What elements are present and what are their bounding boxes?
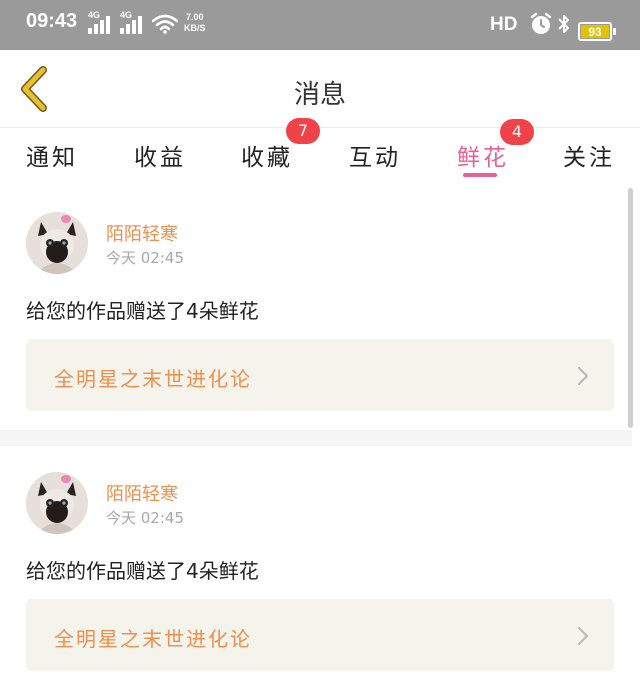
- username[interactable]: 陌陌轻寒: [106, 480, 178, 506]
- notification-message: 给您的作品赠送了4朵鲜花: [26, 299, 259, 323]
- chevron-right-icon: [577, 366, 589, 386]
- wifi-icon: [152, 14, 178, 34]
- flowers-badge: 4: [500, 119, 534, 145]
- network-speed: 7.00 KB/S: [184, 12, 206, 34]
- network-type-label: 4G: [88, 10, 101, 20]
- work-title: 全明星之末世进化论: [54, 367, 252, 391]
- favorites-badge: 7: [286, 118, 320, 144]
- list-item: 陌陌轻寒 今天 02:45 给您的作品赠送了4朵鲜花 全明星之末世进化论: [0, 446, 632, 694]
- work-link[interactable]: 全明星之末世进化论: [26, 599, 614, 671]
- status-time: 09:43: [26, 10, 78, 32]
- page-title: 消息: [293, 80, 346, 110]
- notification-message: 给您的作品赠送了4朵鲜花: [26, 559, 259, 583]
- tab-bar: 通知 收益 收藏 互动 鲜花 关注: [0, 128, 640, 184]
- cat-avatar-image: [26, 472, 88, 534]
- battery-level: 93: [581, 25, 609, 39]
- network-speed-unit: KB/S: [184, 23, 206, 33]
- network-speed-value: 7.00: [185, 12, 204, 22]
- tab-interactions[interactable]: 互动: [349, 138, 401, 172]
- tab-notifications[interactable]: 通知: [26, 138, 78, 172]
- timestamp: 今天 02:45: [106, 509, 184, 527]
- tab-favorites[interactable]: 收藏: [241, 138, 293, 172]
- tab-following[interactable]: 关注: [563, 138, 615, 172]
- hd-indicator: HD: [490, 14, 518, 35]
- cat-avatar-image: [26, 212, 88, 274]
- chevron-right-icon: [577, 626, 589, 646]
- notification-list: 陌陌轻寒 今天 02:45 给您的作品赠送了4朵鲜花 全明星之末世进化论 陌陌轻…: [0, 184, 640, 694]
- tab-flowers[interactable]: 鲜花: [457, 138, 509, 172]
- list-item: 陌陌轻寒 今天 02:45 给您的作品赠送了4朵鲜花 全明星之末世进化论: [0, 184, 632, 430]
- bluetooth-icon: [558, 15, 569, 33]
- avatar[interactable]: [26, 212, 88, 274]
- tab-earnings[interactable]: 收益: [134, 138, 186, 172]
- active-tab-indicator: [463, 173, 497, 177]
- battery-icon: 93: [578, 22, 616, 41]
- work-link[interactable]: 全明星之末世进化论: [26, 339, 614, 411]
- timestamp: 今天 02:45: [106, 249, 184, 267]
- alarm-icon: [530, 12, 552, 34]
- header: 消息: [0, 50, 640, 128]
- network-type-label: 4G: [120, 10, 133, 20]
- divider: [0, 430, 632, 446]
- scrollbar[interactable]: [628, 188, 633, 428]
- status-bar: 09:43 4G 4G 7.00 KB/S HD 93: [0, 0, 640, 50]
- work-title: 全明星之末世进化论: [54, 627, 252, 651]
- username[interactable]: 陌陌轻寒: [106, 220, 178, 246]
- avatar[interactable]: [26, 472, 88, 534]
